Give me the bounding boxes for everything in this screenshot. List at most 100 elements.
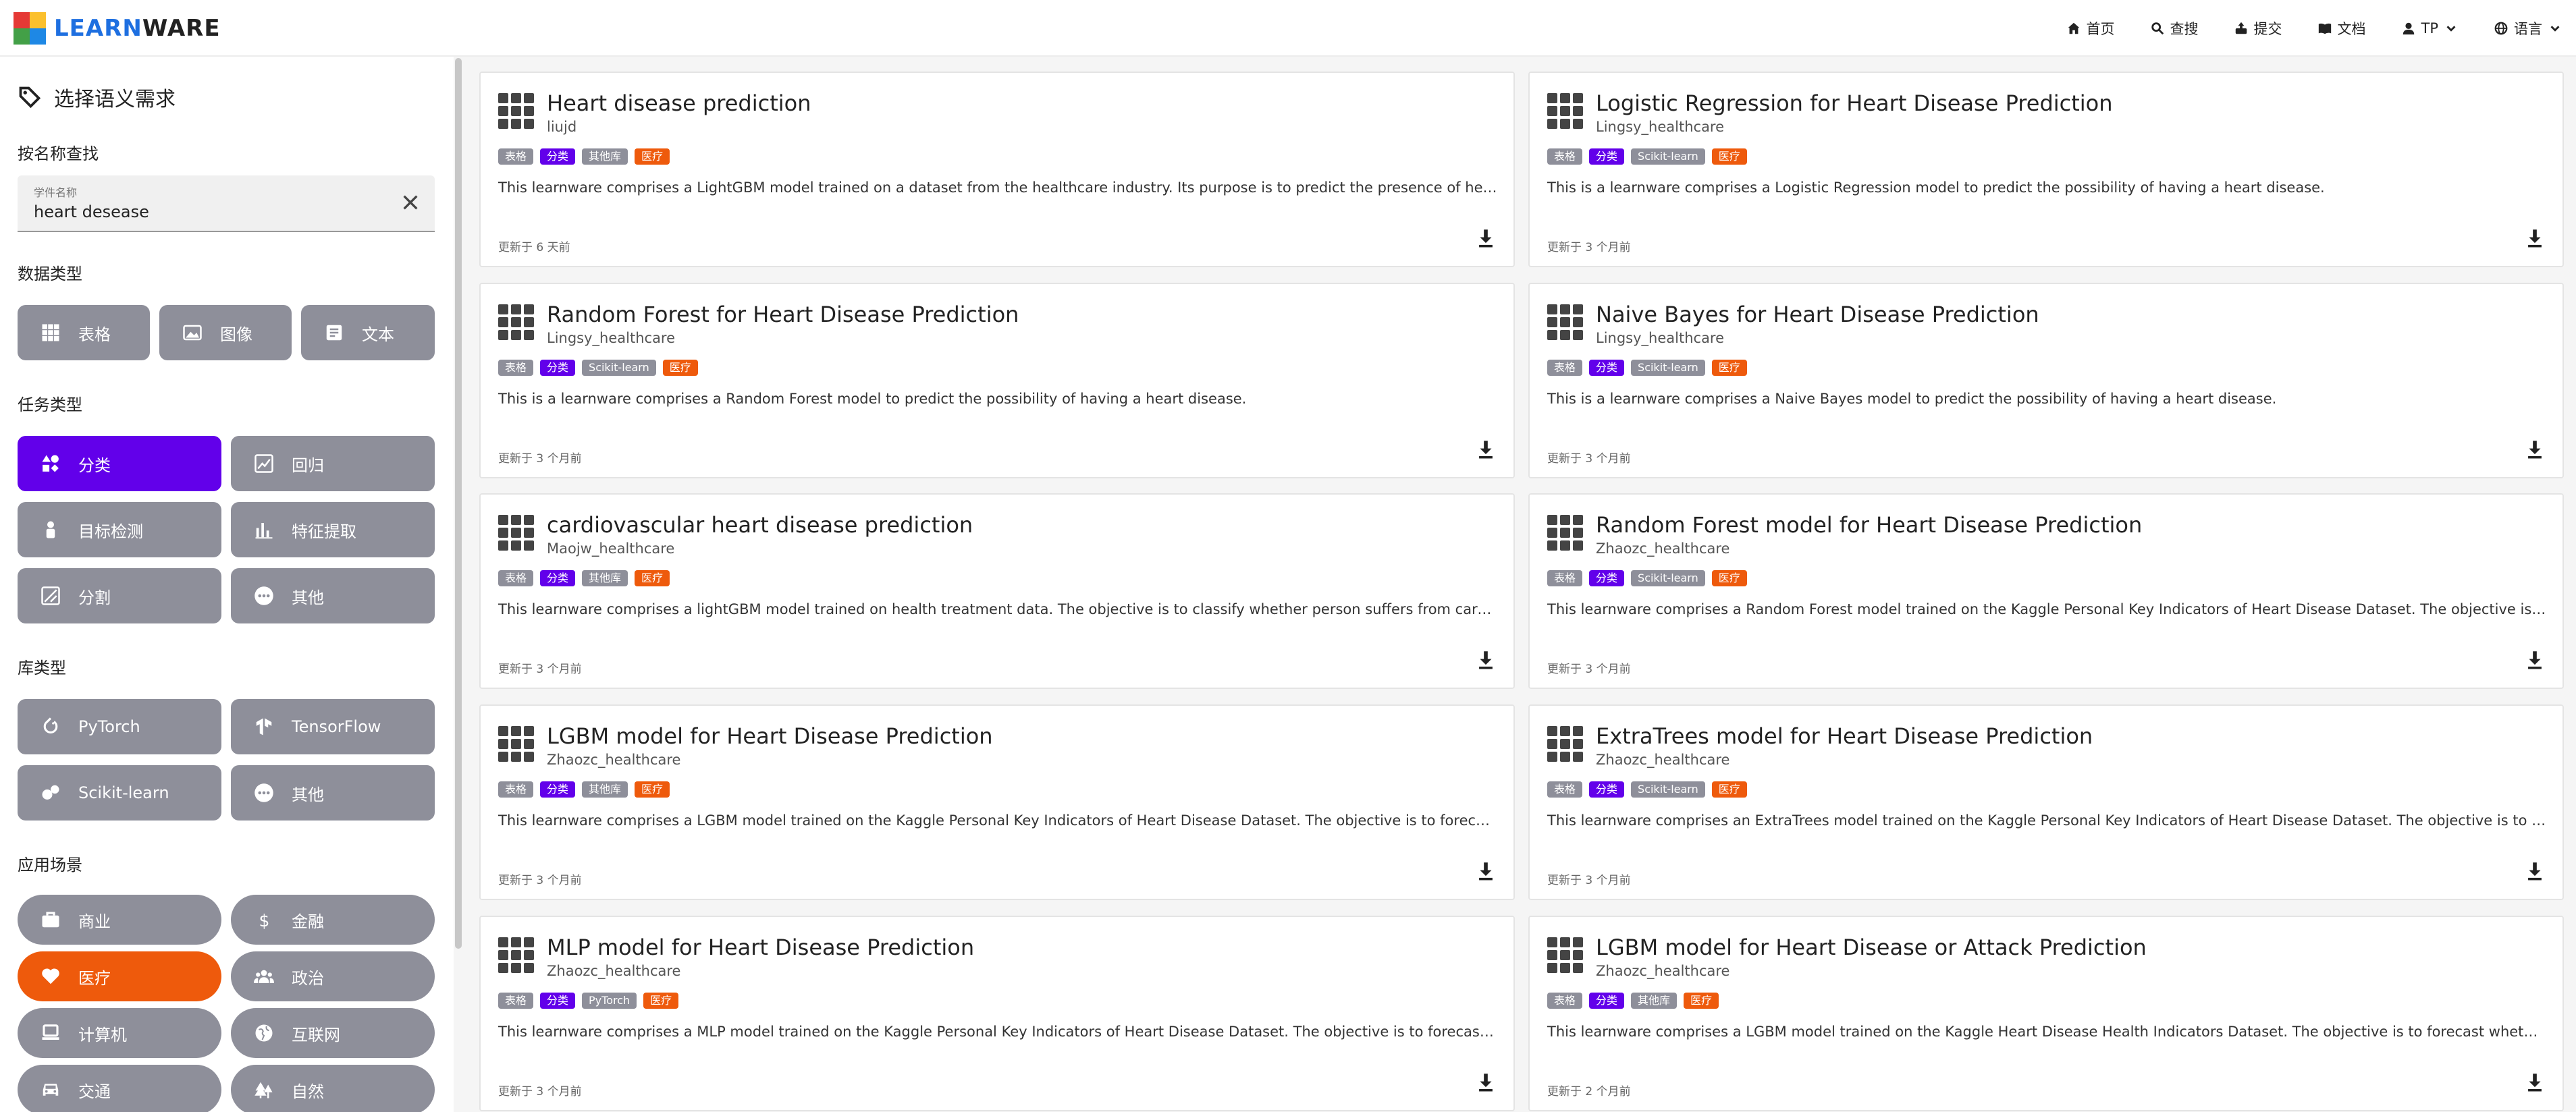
data-type-table[interactable]: 表格	[18, 305, 150, 360]
task-type-label: 任务类型	[18, 395, 82, 414]
card-tags: 表格 分类 其他库 医疗	[498, 781, 670, 798]
download-icon[interactable]	[2523, 438, 2546, 461]
pytorch-icon	[43, 717, 58, 733]
card-tag: 其他库	[582, 781, 628, 798]
card-title[interactable]: Heart disease prediction	[547, 90, 811, 116]
card-tags: 表格 分类 Scikit-learn 医疗	[1547, 781, 1747, 798]
nav-language[interactable]: 语言	[2494, 18, 2562, 38]
library-pytorch[interactable]: PyTorch	[18, 699, 221, 754]
data-type-image[interactable]: 图像	[159, 305, 292, 360]
download-icon[interactable]	[1474, 227, 1497, 250]
close-icon[interactable]	[400, 192, 421, 213]
task-type-segmentation[interactable]: 分割	[18, 568, 221, 623]
learnware-card[interactable]: LGBM model for Heart Disease or Attack P…	[1528, 916, 2564, 1111]
learnware-card[interactable]: Random Forest model for Heart Disease Pr…	[1528, 493, 2564, 689]
learnware-card[interactable]: Naive Bayes for Heart Disease Prediction…	[1528, 283, 2564, 478]
card-updated: 更新于 3 个月前	[498, 663, 582, 676]
learnware-card[interactable]: Heart disease prediction liujd 表格 分类 其他库 医疗 Th…	[479, 72, 1515, 267]
learnware-card[interactable]: cardiovascular heart disease prediction M…	[479, 493, 1515, 689]
card-tag: 医疗	[643, 993, 679, 1009]
data-type-text[interactable]: 文本	[301, 305, 435, 360]
learnware-card[interactable]: Random Forest for Heart Disease Predicti…	[479, 283, 1515, 478]
download-icon[interactable]	[1474, 438, 1497, 461]
card-updated: 更新于 6 天前	[498, 241, 570, 254]
card-tag: 分类	[1589, 570, 1625, 586]
nav-search[interactable]: 查搜	[2150, 18, 2199, 38]
card-tag: Scikit-learn	[582, 360, 656, 376]
download-icon[interactable]	[2523, 227, 2546, 250]
task-type-regression[interactable]: 回归	[231, 436, 435, 491]
grid-icon	[42, 324, 59, 341]
card-title[interactable]: Random Forest for Heart Disease Predicti…	[547, 302, 1019, 327]
download-icon[interactable]	[1474, 648, 1497, 671]
download-icon[interactable]	[1474, 1071, 1497, 1094]
download-icon[interactable]	[2523, 860, 2546, 883]
learnware-card[interactable]: ExtraTrees model for Heart Disease Predi…	[1528, 704, 2564, 900]
nav-user[interactable]: TP	[2401, 20, 2459, 36]
learnware-card[interactable]: LGBM model for Heart Disease Prediction Z…	[479, 704, 1515, 900]
grid-icon	[1547, 515, 1583, 551]
learnware-card[interactable]: Logistic Regression for Heart Disease Pr…	[1528, 72, 2564, 267]
nav-docs[interactable]: 文档	[2317, 18, 2366, 38]
card-tag: 医疗	[662, 360, 698, 376]
scenario-business[interactable]: 商业	[18, 895, 221, 945]
card-title[interactable]: LGBM model for Heart Disease Prediction	[547, 723, 993, 749]
scenario-transportation[interactable]: 交通	[18, 1065, 221, 1112]
scenario-medical[interactable]: 医疗	[18, 951, 221, 1001]
card-title[interactable]: Random Forest model for Heart Disease Pr…	[1596, 512, 2142, 538]
task-type-other[interactable]: 其他	[231, 568, 435, 623]
nav-submit-label: 提交	[2253, 21, 2282, 37]
download-icon[interactable]	[2523, 648, 2546, 671]
task-type-feature-extraction[interactable]: 特征提取	[231, 502, 435, 557]
scenario-internet[interactable]: 互联网	[231, 1008, 435, 1058]
heart-icon	[42, 968, 59, 984]
card-author: Zhaozc_healthcare	[1596, 752, 1730, 768]
learnware-name-input[interactable]: 学件名称 heart desease	[18, 175, 435, 232]
card-title[interactable]: LGBM model for Heart Disease or Attack P…	[1596, 935, 2147, 960]
library-scikit-learn[interactable]: Scikit-learn	[18, 765, 221, 821]
learnware-card[interactable]: MLP model for Heart Disease Prediction Zh…	[479, 916, 1515, 1111]
scenario-finance[interactable]: $ 金融	[231, 895, 435, 945]
briefcase-icon	[42, 912, 59, 928]
library-other[interactable]: 其他	[231, 765, 435, 821]
card-title[interactable]: MLP model for Heart Disease Prediction	[547, 935, 974, 960]
chevron-down-icon	[2550, 26, 2560, 32]
card-updated: 更新于 3 个月前	[1547, 663, 1631, 676]
card-tags: 表格 分类 Scikit-learn 医疗	[1547, 148, 1747, 165]
nav-submit[interactable]: 提交	[2234, 18, 2282, 38]
sidebar-scrollbar[interactable]	[455, 58, 462, 949]
nav-home[interactable]: 首页	[2066, 18, 2115, 38]
nav-docs-label: 文档	[2337, 21, 2366, 37]
input-value[interactable]: heart desease	[34, 202, 149, 221]
card-tag: 医疗	[1711, 360, 1747, 376]
card-tag: 表格	[498, 993, 534, 1009]
task-type-object-detection[interactable]: 目标检测	[18, 502, 221, 557]
card-title[interactable]: cardiovascular heart disease prediction	[547, 512, 973, 538]
scenario-computer[interactable]: 计算机	[18, 1008, 221, 1058]
download-icon[interactable]	[2523, 1071, 2546, 1094]
download-icon[interactable]	[1474, 860, 1497, 883]
card-tag: 医疗	[635, 148, 670, 165]
card-author: Maojw_healthcare	[547, 540, 675, 557]
card-tag: Scikit-learn	[1631, 360, 1705, 376]
grid-icon	[498, 93, 534, 129]
nav-home-label: 首页	[2086, 21, 2115, 37]
card-title[interactable]: Logistic Regression for Heart Disease Pr…	[1596, 90, 2113, 116]
more-icon	[254, 586, 273, 605]
card-tag: 其他库	[582, 148, 628, 165]
card-updated: 更新于 3 个月前	[1547, 241, 1631, 254]
task-type-classification[interactable]: 分类	[18, 436, 221, 491]
bar-chart-icon	[255, 523, 273, 539]
card-description: This learnware comprises an ExtraTrees m…	[1547, 812, 2546, 829]
library-tensorflow[interactable]: TensorFlow	[231, 699, 435, 754]
card-title[interactable]: ExtraTrees model for Heart Disease Predi…	[1596, 723, 2093, 749]
card-tag: 分类	[1589, 781, 1625, 798]
card-tag: 表格	[498, 781, 534, 798]
logo[interactable]: LEARNWARE	[14, 9, 221, 47]
card-tag: 其他库	[1631, 993, 1678, 1009]
card-updated: 更新于 3 个月前	[498, 452, 582, 466]
scenario-nature[interactable]: 自然	[231, 1065, 435, 1112]
scenario-politics[interactable]: 政治	[231, 951, 435, 1001]
tag-icon	[19, 86, 41, 109]
card-title[interactable]: Naive Bayes for Heart Disease Prediction	[1596, 302, 2039, 327]
